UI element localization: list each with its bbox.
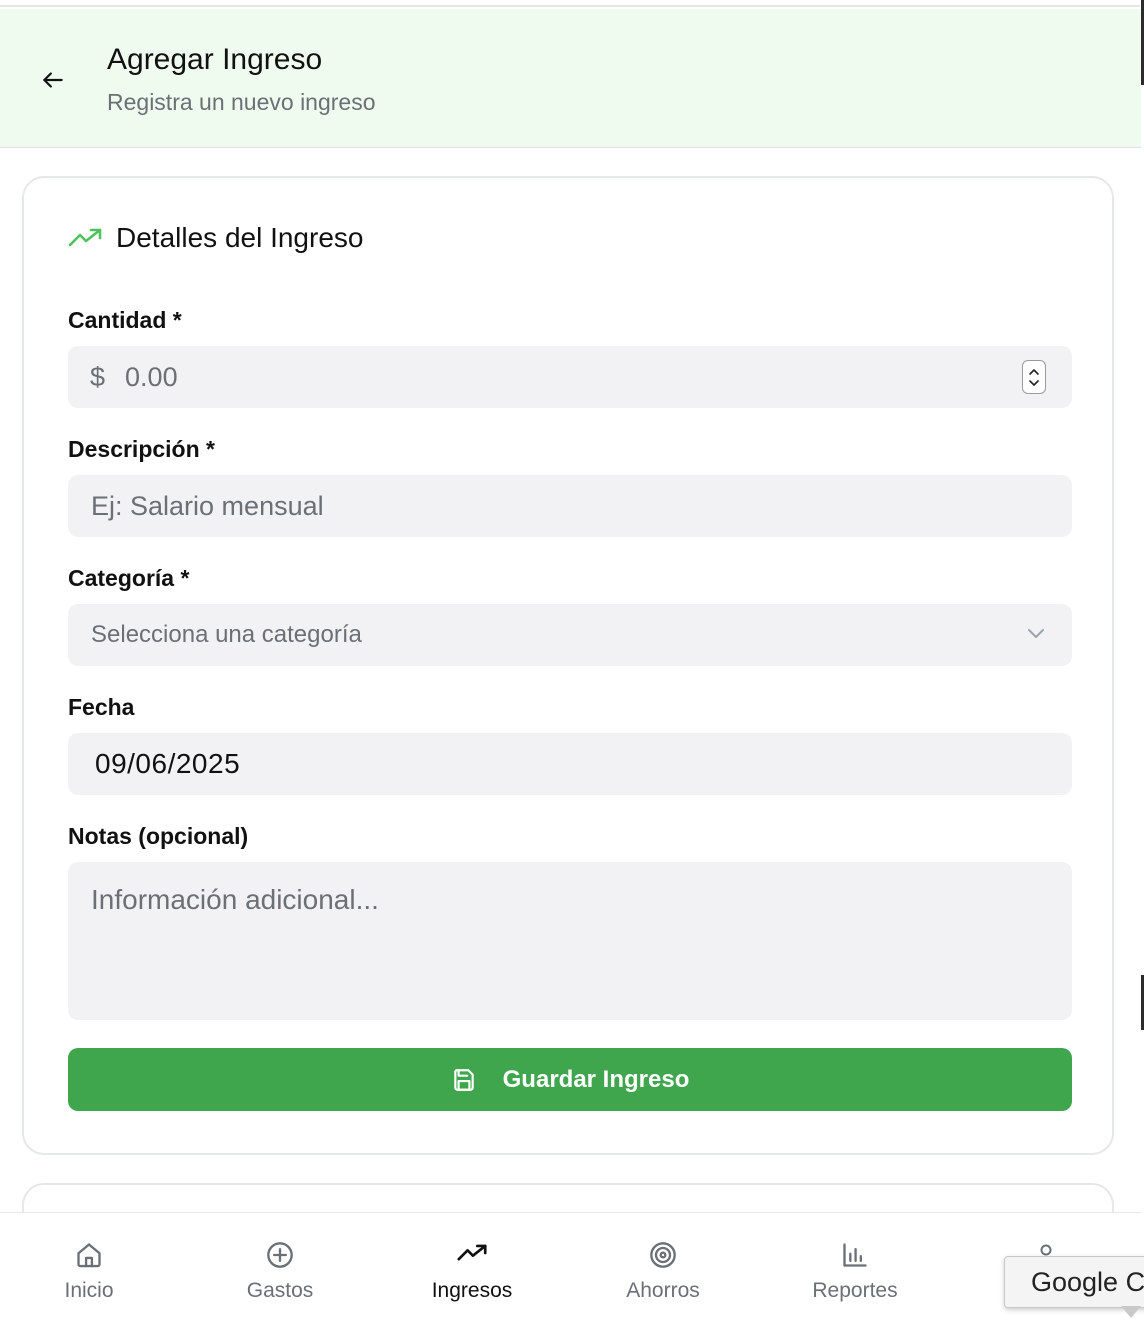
card-title-row: Detalles del Ingreso — [68, 222, 363, 254]
amount-placeholder: 0.00 — [125, 361, 178, 392]
window-right-edge — [1140, 0, 1144, 1330]
nav-item-gastos[interactable]: Gastos — [205, 1213, 355, 1331]
arrow-left-icon — [43, 72, 63, 88]
nav-item-inicio[interactable]: Inicio — [14, 1213, 164, 1331]
nav-item-ahorros[interactable]: Ahorros — [588, 1213, 738, 1331]
card-title: Detalles del Ingreso — [116, 222, 364, 253]
date-input[interactable]: 09/06/2025 — [68, 733, 1072, 795]
description-placeholder: Ej: Salario mensual — [91, 490, 324, 521]
window-top-border — [0, 0, 1144, 7]
amount-stepper[interactable] — [1022, 360, 1046, 394]
notes-textarea[interactable]: Información adicional... — [68, 862, 1072, 1020]
trending-up-icon — [457, 1244, 487, 1261]
nav-item-reportes[interactable]: Reportes — [780, 1213, 930, 1331]
target-icon — [650, 1242, 676, 1268]
nav-label: Ingresos — [431, 1279, 513, 1302]
page-subtitle: Registra un nuevo ingreso — [107, 89, 376, 115]
page-title: Agregar Ingreso — [107, 43, 323, 76]
amount-input[interactable]: $ 0.00 — [68, 346, 1072, 408]
browser-tooltip: Google C — [1004, 1256, 1144, 1308]
trending-up-icon — [68, 228, 102, 247]
description-input[interactable]: Ej: Salario mensual — [68, 475, 1072, 537]
notes-placeholder: Información adicional... — [91, 884, 379, 915]
chevron-up-icon — [1029, 368, 1039, 375]
bar-chart-icon — [843, 1243, 867, 1267]
income-form-card: Detalles del Ingreso Cantidad * $ 0.00 D… — [22, 176, 1114, 1155]
user-icon[interactable] — [1039, 1243, 1053, 1257]
chevron-down-icon — [1028, 629, 1044, 638]
notes-label: Notas (opcional) — [68, 823, 249, 849]
amount-label: Cantidad * — [68, 307, 182, 333]
category-placeholder: Selecciona una categoría — [91, 621, 362, 648]
category-label: Categoría * — [68, 565, 190, 591]
date-label: Fecha — [68, 694, 135, 720]
nav-label: Reportes — [812, 1279, 898, 1302]
nav-label: Ahorros — [626, 1279, 700, 1302]
plus-circle-icon — [267, 1242, 293, 1268]
nav-label: Inicio — [64, 1279, 114, 1302]
nav-label: Gastos — [246, 1279, 314, 1302]
bottom-nav: Inicio Gastos Ingresos Ahorros Reportes — [0, 1212, 1141, 1330]
home-icon — [77, 1243, 101, 1268]
page-header: Agregar Ingreso Registra un nuevo ingres… — [0, 9, 1141, 148]
date-value: 09/06/2025 — [95, 748, 241, 779]
save-icon — [453, 1068, 474, 1091]
category-select[interactable]: Selecciona una categoría — [68, 604, 1072, 666]
tooltip-tail — [1121, 1306, 1141, 1318]
chevron-down-icon — [1029, 379, 1039, 386]
description-label: Descripción * — [68, 436, 215, 462]
save-income-button[interactable]: Guardar Ingreso — [68, 1048, 1072, 1111]
save-button-label: Guardar Ingreso — [502, 1065, 690, 1093]
nav-item-ingresos[interactable]: Ingresos — [397, 1213, 547, 1331]
currency-symbol: $ — [90, 361, 106, 392]
back-button[interactable] — [34, 61, 72, 99]
